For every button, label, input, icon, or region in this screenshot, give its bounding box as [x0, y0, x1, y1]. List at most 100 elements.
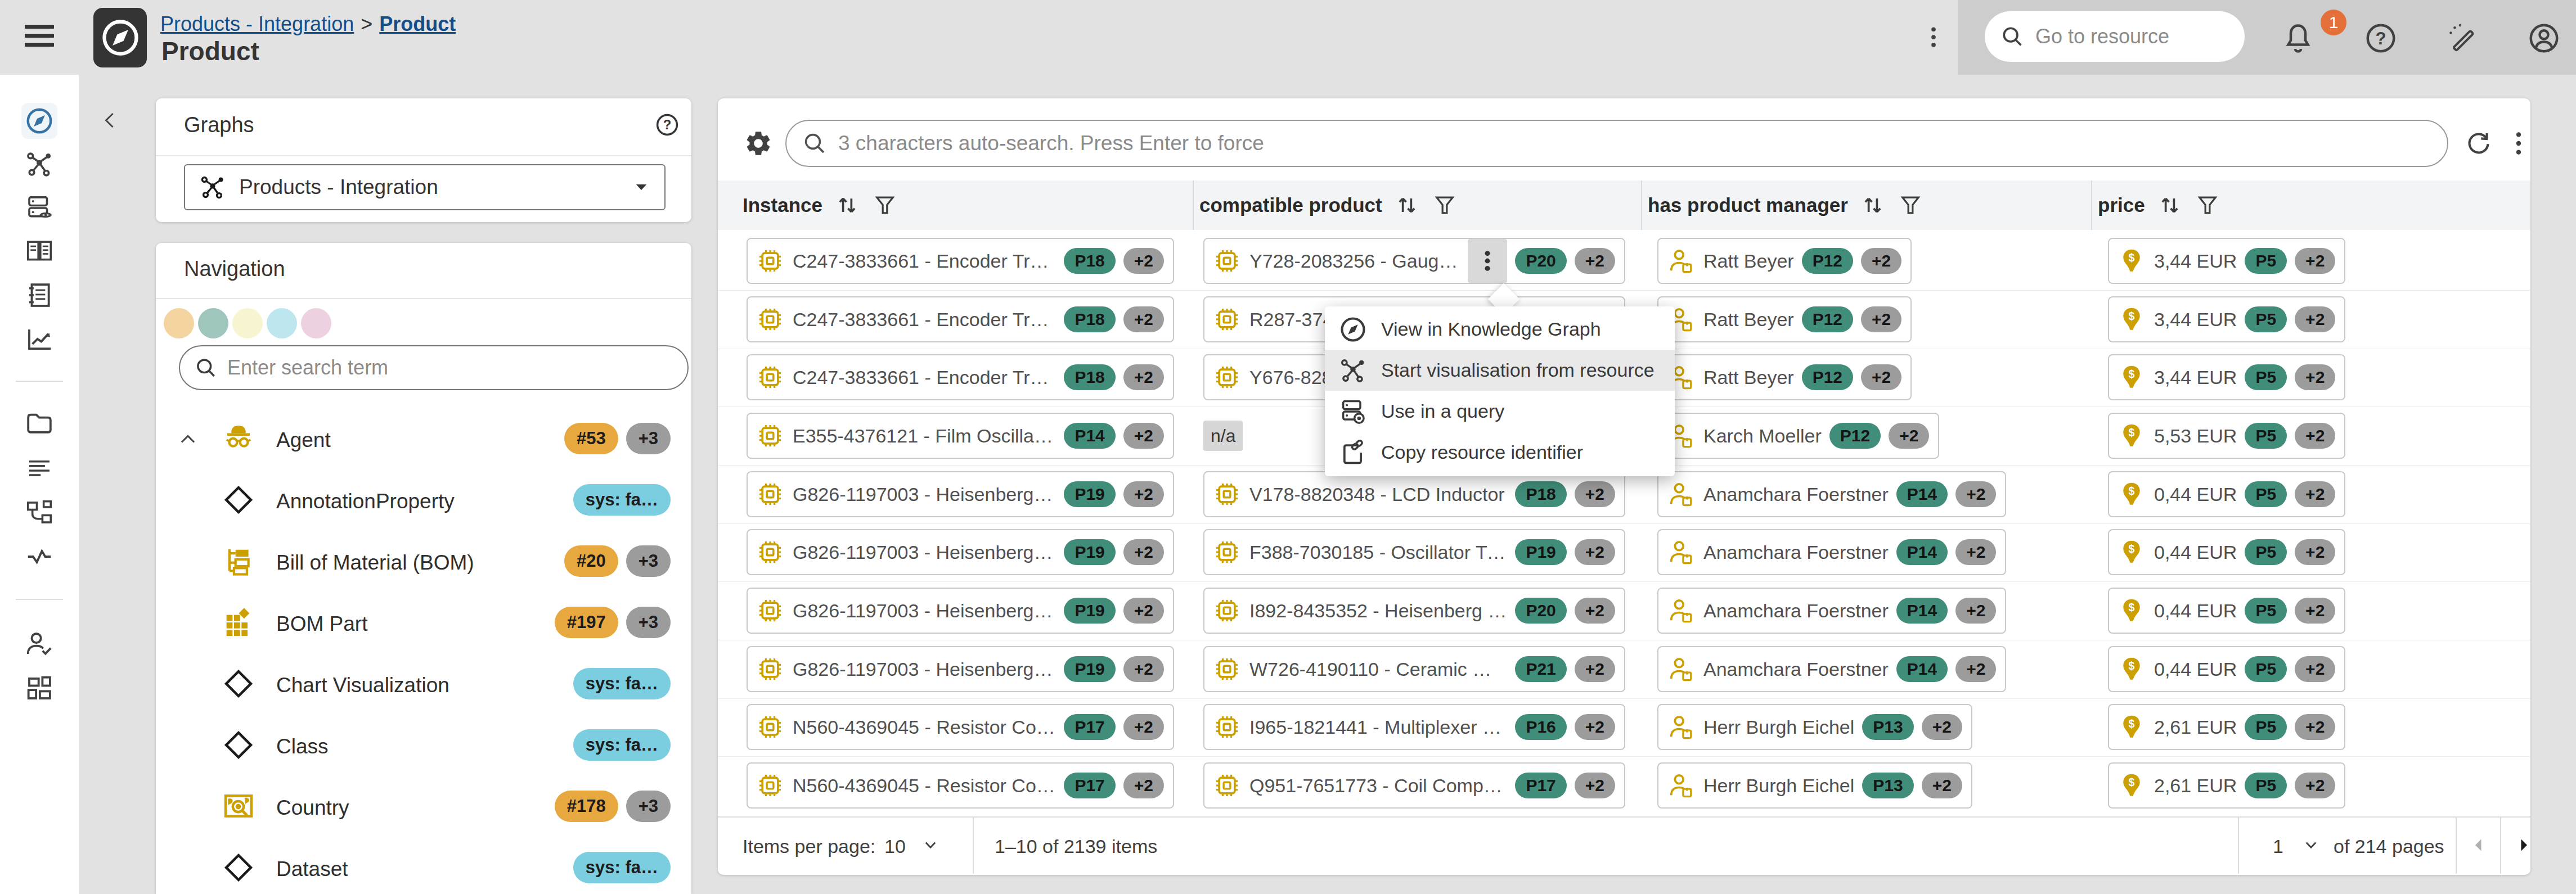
- next-page-icon[interactable]: [2514, 835, 2534, 855]
- instance-cell[interactable]: N560-4369045 - Resistor Co…P17+2: [747, 704, 1174, 750]
- product-manager-cell[interactable]: Anamchara FoerstnerP14+2: [1657, 471, 2006, 517]
- instance-cell[interactable]: G826-1197003 - Heisenberg …P19+2: [747, 529, 1174, 575]
- compatible-product-cell[interactable]: Y728-2083256 - Gauge …P20+2: [1203, 238, 1625, 284]
- breadcrumb-current-link[interactable]: Product: [379, 12, 456, 36]
- context-menu-item-use-in-a-query[interactable]: Use in a query: [1325, 391, 1675, 432]
- filter-icon[interactable]: [1898, 192, 1923, 218]
- rail-item-files[interactable]: [24, 408, 55, 439]
- rail-item-users[interactable]: [24, 629, 55, 659]
- help-icon[interactable]: ?: [2364, 21, 2398, 55]
- price-cell[interactable]: $ 3,44 EURP5+2: [2108, 354, 2345, 400]
- compatible-product-cell[interactable]: I965-1821441 - Multiplexer R…P16+2: [1203, 704, 1625, 750]
- product-manager-cell[interactable]: Anamchara FoerstnerP14+2: [1657, 529, 2006, 575]
- rail-item-catalog[interactable]: [24, 236, 55, 267]
- compatible-product-cell[interactable]: V178-8820348 - LCD InductorP18+2: [1203, 471, 1625, 517]
- tree-item-dataset[interactable]: Dataset sys: fa…: [156, 837, 691, 894]
- price-cell[interactable]: $ 3,44 EURP5+2: [2108, 296, 2345, 342]
- product-manager-cell[interactable]: Herr Burgh EichelP13+2: [1657, 704, 1972, 750]
- column-header-price[interactable]: price: [2098, 180, 2220, 230]
- notifications-bell-icon[interactable]: [2281, 21, 2315, 55]
- column-header-compatible-product[interactable]: compatible product: [1199, 180, 1458, 230]
- page-number-value[interactable]: 1: [2273, 836, 2283, 857]
- goto-resource-search[interactable]: Go to resource: [1985, 11, 2245, 62]
- price-cell[interactable]: $ 2,61 EURP5+2: [2108, 704, 2345, 750]
- instance-cell[interactable]: G826-1197003 - Heisenberg …P19+2: [747, 588, 1174, 634]
- price-cell[interactable]: $ 2,61 EURP5+2: [2108, 762, 2345, 809]
- product-manager-cell[interactable]: Herr Burgh EichelP13+2: [1657, 762, 1972, 809]
- sort-icon[interactable]: [833, 191, 862, 220]
- prev-page-icon[interactable]: [2469, 835, 2489, 855]
- tree-item-annotationproperty[interactable]: AnnotationProperty sys: fa…: [156, 469, 691, 530]
- app-logo[interactable]: [93, 8, 147, 67]
- instance-cell[interactable]: G826-1197003 - Heisenberg …P19+2: [747, 471, 1174, 517]
- instance-cell[interactable]: C247-3833661 - Encoder Tra…P18+2: [747, 238, 1174, 284]
- price-cell[interactable]: $ 0,44 EURP5+2: [2108, 646, 2345, 692]
- collapse-node-icon[interactable]: [177, 428, 199, 450]
- breadcrumb-root-link[interactable]: Products - Integration: [160, 12, 354, 36]
- product-manager-cell[interactable]: Ratt BeyerP12+2: [1657, 354, 1912, 400]
- product-manager-cell[interactable]: Anamchara FoerstnerP14+2: [1657, 588, 2006, 634]
- instance-cell[interactable]: N560-4369045 - Resistor Co…P17+2: [747, 762, 1174, 809]
- context-menu-item-start-visualisation-from-resource[interactable]: Start visualisation from resource: [1325, 350, 1675, 391]
- compatible-product-cell[interactable]: F388-7030185 - Oscillator Tr…P19+2: [1203, 529, 1625, 575]
- table-refresh-icon[interactable]: [2464, 129, 2493, 158]
- rail-item-monitoring[interactable]: [24, 541, 55, 572]
- more-badge: +2: [2295, 773, 2335, 798]
- compatible-product-cell[interactable]: I892-8435352 - Heisenberg L…P20+2: [1203, 588, 1625, 634]
- product-manager-cell[interactable]: Anamchara FoerstnerP14+2: [1657, 646, 2006, 692]
- price-cell[interactable]: $ 3,44 EURP5+2: [2108, 238, 2345, 284]
- navigation-search-input[interactable]: Enter search term: [179, 345, 689, 390]
- table-settings-gear-icon[interactable]: [744, 129, 773, 158]
- cell-kebab-menu[interactable]: [1468, 239, 1507, 283]
- price-cell[interactable]: $ 0,44 EURP5+2: [2108, 529, 2345, 575]
- tree-item-class[interactable]: Class sys: fa…: [156, 715, 691, 775]
- rail-item-visualisation[interactable]: [24, 149, 55, 179]
- sort-icon[interactable]: [2155, 191, 2184, 220]
- rail-item-knowledge-graph[interactable]: [21, 103, 57, 139]
- tree-item-bom-part[interactable]: BOM Part #197+3: [156, 592, 691, 653]
- price-cell[interactable]: $ 0,44 EURP5+2: [2108, 471, 2345, 517]
- product-manager-cell[interactable]: Ratt BeyerP12+2: [1657, 296, 1912, 342]
- price-cell[interactable]: $ 5,53 EURP5+2: [2108, 413, 2345, 459]
- rail-item-pipelines[interactable]: [24, 497, 55, 527]
- collapse-panel-icon[interactable]: [100, 110, 120, 130]
- filter-icon[interactable]: [2195, 192, 2220, 218]
- product-manager-cell[interactable]: Ratt BeyerP12+2: [1657, 238, 1912, 284]
- column-header-has-product-manager[interactable]: has product manager: [1648, 180, 1923, 230]
- items-per-page-value[interactable]: 10: [884, 836, 906, 857]
- graph-select-dropdown[interactable]: Products - Integration: [184, 164, 666, 210]
- tree-item-agent[interactable]: Agent #53+3: [156, 408, 691, 469]
- instance-cell[interactable]: E355-4376121 - Film Oscillat…P14+2: [747, 413, 1174, 459]
- rail-item-queries[interactable]: [24, 193, 55, 223]
- compatible-product-cell[interactable]: W726-4190110 - Ceramic M…P21+2: [1203, 646, 1625, 692]
- header-kebab-menu-icon[interactable]: [1919, 20, 1948, 54]
- context-menu-item-view-in-knowledge-graph[interactable]: View in Knowledge Graph: [1325, 309, 1675, 350]
- compatible-product-cell[interactable]: Q951-7651773 - Coil Compe…P17+2: [1203, 762, 1625, 809]
- graphs-help-icon[interactable]: ?: [655, 112, 680, 137]
- rail-item-notebook[interactable]: [24, 280, 55, 310]
- tree-item-chart-visualization[interactable]: Chart Visualization sys: fa…: [156, 653, 691, 714]
- instance-cell[interactable]: C247-3833661 - Encoder Tra…P18+2: [747, 296, 1174, 342]
- rail-item-charts[interactable]: [24, 324, 55, 355]
- filter-icon[interactable]: [872, 192, 898, 218]
- rail-item-apps[interactable]: [24, 673, 55, 703]
- filter-icon[interactable]: [1432, 192, 1458, 218]
- instance-cell[interactable]: C247-3833661 - Encoder Tra…P18+2: [747, 354, 1174, 400]
- sort-icon[interactable]: [1392, 191, 1422, 220]
- tree-item-bill-of-material-bom-[interactable]: Bill of Material (BOM) #20+3: [156, 531, 691, 592]
- account-icon[interactable]: [2527, 21, 2561, 55]
- price-cell[interactable]: $ 0,44 EURP5+2: [2108, 588, 2345, 634]
- sort-icon[interactable]: [1858, 191, 1887, 220]
- page-caret-icon[interactable]: [2301, 835, 2321, 855]
- context-menu-item-copy-resource-identifier[interactable]: Copy resource identifier: [1325, 432, 1675, 473]
- product-manager-cell[interactable]: Karch MoellerP12+2: [1657, 413, 1939, 459]
- hamburger-menu-icon[interactable]: [25, 25, 54, 51]
- column-header-instance[interactable]: Instance: [743, 180, 898, 230]
- rail-item-texts[interactable]: [24, 453, 55, 483]
- table-kebab-menu-icon[interactable]: [2505, 128, 2533, 159]
- magic-wand-icon[interactable]: [2446, 21, 2480, 55]
- instance-cell[interactable]: G826-1197003 - Heisenberg …P19+2: [747, 646, 1174, 692]
- tree-item-country[interactable]: Country #178+3: [156, 776, 691, 837]
- items-per-page-caret-icon[interactable]: [920, 835, 941, 855]
- table-search-input[interactable]: 3 characters auto-search. Press Enter to…: [785, 120, 2448, 167]
